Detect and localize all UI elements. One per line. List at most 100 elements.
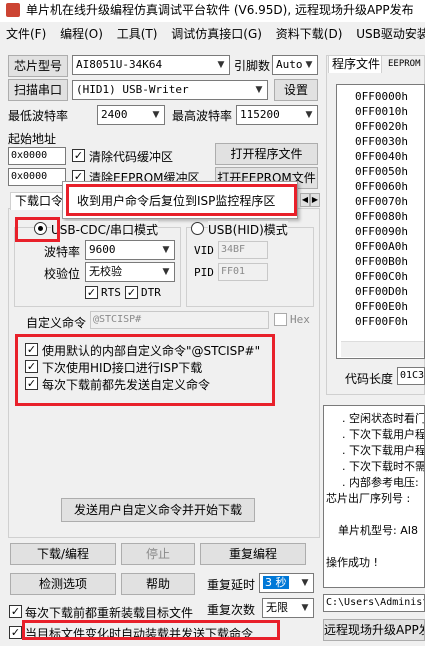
rts-checkbox[interactable]: ✓ [85,286,98,299]
pins-value: Auto [276,58,303,71]
log-line: 单片机型号: AI8 [338,524,418,537]
remote-upgrade-button[interactable]: 远程现场升级APP发布 [323,619,425,641]
code-length-value: 01C3 [397,367,425,385]
custom-command-label: 自定义命令 [26,316,87,330]
menu-program[interactable]: 编程(O) [60,27,103,41]
pid-input[interactable]: FF01 [218,263,268,281]
path-input[interactable]: C:\Users\Administ [323,594,425,612]
tab-scroll-left-icon[interactable]: ◀ [300,193,310,207]
menu-bar: 文件(F) 编程(O) 工具(T) 调试仿真接口(G) 资料下载(D) USB驱… [0,23,425,45]
app-logo-icon [6,3,20,17]
repeat-delay-value: 3 秒 [263,576,289,589]
menu-download[interactable]: 资料下载(D) [276,27,343,41]
chip-model-button[interactable]: 芯片型号 [8,55,68,77]
start-address-label: 起始地址 [8,132,57,146]
check-options-button[interactable]: 检测选项 [10,573,116,595]
eeprom-address-input[interactable]: 0x0000 [8,168,66,186]
log-line: . 下次下载时不需 [342,460,425,473]
tooltip-highlight [66,184,297,216]
repeat-program-button[interactable]: 重复编程 [200,543,306,565]
parity-label: 校验位 [44,267,81,281]
custom-command-input[interactable]: @STCISP# [90,311,269,329]
options-highlight [15,334,275,406]
hex-address: 0FF0090h [355,225,408,238]
hex-address: 0FF0010h [355,105,408,118]
info-log[interactable]: . 空闲状态时看门 . 下次下载用户程 . 下次下载用户程 . 下次下载时不需 … [323,405,425,588]
port-select[interactable]: (HID1) USB-Writer ▼ [72,80,268,100]
auto-load-highlight [22,620,280,640]
hex-address: 0FF00A0h [355,240,408,253]
pid-label: PID [194,266,214,279]
stop-button[interactable]: 停止 [121,543,195,565]
window-title: 单片机在线升级编程仿真调试平台软件 (V6.95D), 远程现场升级APP发布 [26,3,414,17]
repeat-count-value: 无限 [266,601,288,614]
tab-eeprom[interactable]: EEPROM [388,57,425,73]
help-button[interactable]: 帮助 [121,573,195,595]
chip-model-select[interactable]: AI8051U-34K64 ▼ [72,55,230,75]
title-bar: 单片机在线升级编程仿真调试平台软件 (V6.95D), 远程现场升级APP发布 [0,0,425,22]
dtr-label: DTR [141,286,161,299]
hex-address: 0FF0060h [355,180,408,193]
hex-address: 0FF0050h [355,165,408,178]
tab-download-password[interactable]: 下载口令 [10,192,66,210]
parity-value: 无校验 [89,265,122,278]
log-line: 操作成功 ! [326,556,378,569]
usb-cdc-label: USB-CDC/串口模式 [51,221,159,238]
mode-baud-value: 9600 [89,243,116,256]
vid-input[interactable]: 34BF [218,241,268,259]
hex-address: 0FF00E0h [355,300,408,313]
log-line: . 空闲状态时看门 [342,412,425,425]
hex-scrollbar[interactable] [341,341,424,357]
hex-address: 0FF00D0h [355,285,408,298]
vid-label: VID [194,244,214,257]
menu-debug[interactable]: 调试仿真接口(G) [171,27,262,41]
download-program-button[interactable]: 下载/编程 [10,543,116,565]
repeat-delay-label: 重复延时 [207,578,256,592]
parity-select[interactable]: 无校验 ▼ [85,262,175,282]
chevron-down-icon: ▼ [305,60,313,70]
reload-checkbox[interactable]: ✓ [9,605,22,618]
mode-baud-select[interactable]: 9600 ▼ [85,240,175,260]
hex-view[interactable]: 0FF0000h 0FF0010h 0FF0020h 0FF0030h 0FF0… [336,84,425,359]
send-custom-command-button[interactable]: 发送用户自定义命令并开始下载 [61,498,255,522]
tab-program-file[interactable]: 程序文件 [328,55,382,73]
hex-address: 0FF0080h [355,210,408,223]
max-baud-value: 115200 [240,108,280,121]
settings-button[interactable]: 设置 [274,79,318,101]
chip-model-value: AI8051U-34K64 [76,58,163,71]
log-line: 芯片出厂序列号 : [326,492,411,505]
min-baud-select[interactable]: 2400 ▼ [97,105,165,125]
chevron-down-icon: ▼ [301,603,309,613]
dtr-checkbox[interactable]: ✓ [125,286,138,299]
min-baud-value: 2400 [101,108,128,121]
repeat-delay-select[interactable]: 3 秒 ▼ [259,573,314,593]
repeat-count-select[interactable]: 无限 ▼ [262,598,314,618]
chevron-down-icon: ▼ [301,578,309,588]
chevron-down-icon: ▼ [305,110,313,120]
log-line: . 下次下载用户程 [342,428,425,441]
tab-scroll-right-icon[interactable]: ▶ [310,193,320,207]
cdc-radio-highlight [15,217,60,242]
port-value: (HID1) USB-Writer [76,83,189,96]
chevron-down-icon: ▼ [162,267,170,277]
menu-tools[interactable]: 工具(T) [117,27,158,41]
max-baud-select[interactable]: 115200 ▼ [236,105,318,125]
repeat-count-label: 重复次数 [207,603,256,617]
pins-select[interactable]: Auto ▼ [272,55,318,75]
open-program-button[interactable]: 打开程序文件 [215,143,318,165]
log-line: . 下次下载用户程 [342,444,425,457]
scan-port-button[interactable]: 扫描串口 [8,79,68,101]
code-length-label: 代码长度 [345,372,394,386]
clear-code-label: 清除代码缓冲区 [89,150,174,164]
hex-address: 0FF00B0h [355,255,408,268]
auto-load-checkbox[interactable]: ✓ [9,626,22,639]
code-address-input[interactable]: 0x0000 [8,147,66,165]
clear-code-checkbox[interactable]: ✓ [72,149,85,162]
chevron-down-icon: ▼ [152,110,160,120]
menu-usb-driver[interactable]: USB驱动安装(U) [356,27,425,41]
hex-checkbox[interactable] [274,313,287,326]
menu-file[interactable]: 文件(F) [6,27,46,41]
hex-address: 0FF00C0h [355,270,408,283]
chevron-down-icon: ▼ [217,60,225,70]
usb-hid-radio[interactable] [191,222,204,235]
